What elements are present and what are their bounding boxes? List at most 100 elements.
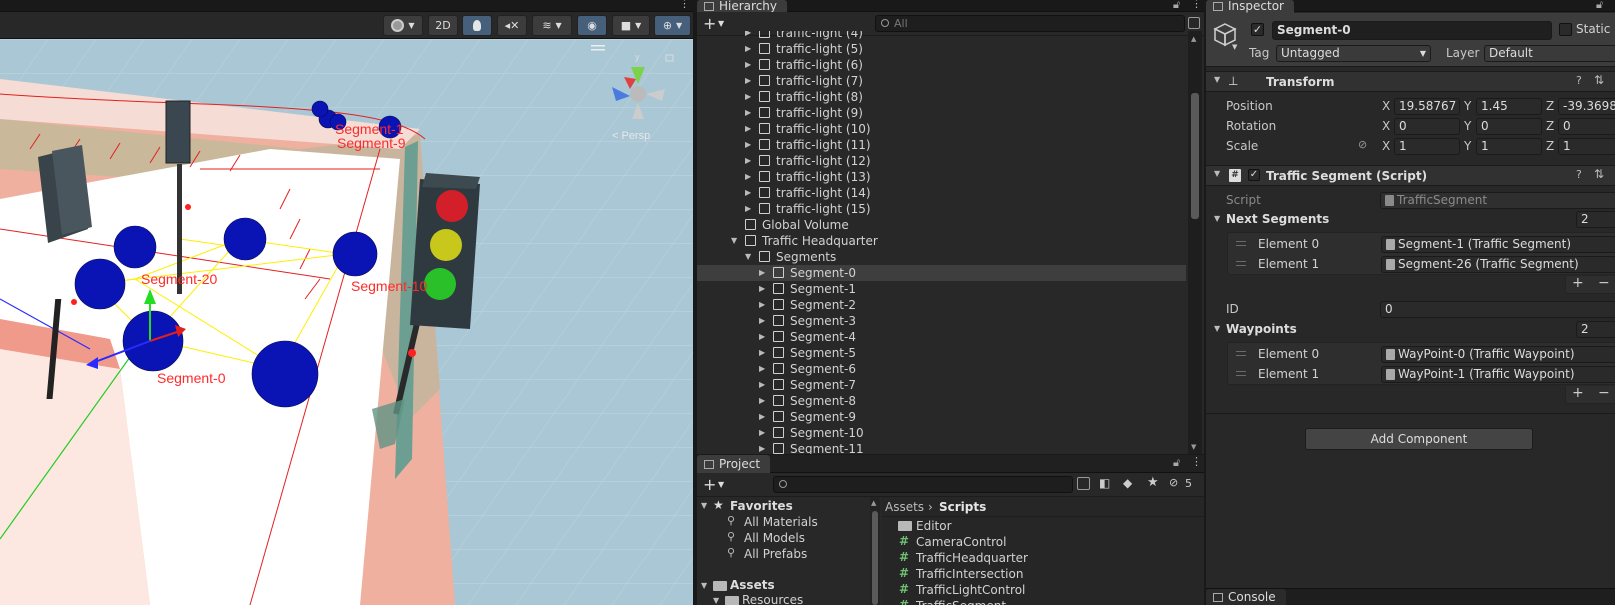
collapsed-arrow-icon[interactable]: ▶ <box>759 377 765 393</box>
object-reference-field[interactable]: WayPoint-0 (Traffic Waypoint) <box>1381 346 1615 363</box>
project-tree-scrollbar[interactable]: ▲ <box>870 497 880 605</box>
scene-search-icon[interactable] <box>1188 17 1200 29</box>
pos-y-input[interactable]: 1.45 <box>1476 98 1542 115</box>
fav-all-models[interactable]: All Models <box>744 531 805 545</box>
scroll-down-icon[interactable]: ▼ <box>1191 443 1196 451</box>
hierarchy-item[interactable]: ▶ Segment-2 <box>697 297 1186 313</box>
transform-header[interactable]: ▼ ⊥ Transform ? ⇅ <box>1206 71 1615 92</box>
collapsed-arrow-icon[interactable]: ▶ <box>745 41 751 57</box>
collapsed-arrow-icon[interactable]: ▶ <box>759 281 765 297</box>
audio-toggle-button[interactable]: ◂✕ <box>497 15 527 36</box>
add-element-icon[interactable]: + <box>1572 275 1584 291</box>
object-name-input[interactable]: Segment-0 <box>1272 21 1552 40</box>
collapsed-arrow-icon[interactable]: ▶ <box>745 185 751 201</box>
chevron-down-icon[interactable]: ▼ <box>718 480 724 489</box>
hierarchy-scrollbar[interactable]: ▲ ▼ <box>1188 31 1202 454</box>
hierarchy-item[interactable]: ▶ traffic-light (8) <box>697 89 1186 105</box>
file-item[interactable]: Editor <box>882 518 1204 534</box>
constrain-proportions-icon[interactable]: ⊘ <box>1358 138 1367 151</box>
scale-x-input[interactable]: 1 <box>1394 138 1460 155</box>
expanded-arrow-icon[interactable]: ▼ <box>731 233 737 249</box>
scale-z-input[interactable]: 1 <box>1558 138 1615 155</box>
hierarchy-item[interactable]: ▶ traffic-light (4) <box>697 31 1186 41</box>
waypoints-label[interactable]: Waypoints <box>1226 322 1297 336</box>
add-element-icon[interactable]: + <box>1572 385 1584 401</box>
axis-y-label[interactable]: Y <box>1464 99 1471 113</box>
drag-handle-icon[interactable] <box>1236 241 1246 246</box>
lighting-toggle-button[interactable] <box>462 15 492 36</box>
search-by-type-icon[interactable] <box>1077 477 1090 490</box>
hierarchy-item[interactable]: ▶ traffic-light (11) <box>697 137 1186 153</box>
axis-z-label[interactable]: Z <box>1546 139 1554 153</box>
chevron-down-icon[interactable]: ▼ <box>1232 43 1237 51</box>
perspective-label[interactable]: < Persp <box>612 130 650 142</box>
scroll-up-icon[interactable]: ▲ <box>1191 35 1196 43</box>
expand-arrow-icon[interactable]: ▼ <box>1214 214 1220 223</box>
collapsed-arrow-icon[interactable]: ▶ <box>759 265 765 281</box>
scene-viewport[interactable]: Segment-1 Segment-9 Segment-20 Segment-1… <box>0 39 693 605</box>
axis-x-label[interactable]: X <box>1382 99 1390 113</box>
hierarchy-item[interactable]: ▶ traffic-light (6) <box>697 57 1186 73</box>
active-checkbox[interactable]: ✓ <box>1251 23 1264 36</box>
collapsed-arrow-icon[interactable]: ▶ <box>745 137 751 153</box>
project-search-input[interactable] <box>773 476 1073 493</box>
remove-element-icon[interactable]: − <box>1598 385 1610 401</box>
file-item[interactable]: # CameraControl <box>882 534 1204 550</box>
drag-handle-icon[interactable] <box>1236 371 1246 376</box>
scene-view[interactable]: ⋮ ▼ 2D ◂✕ ≋ ▼ ◉ ■ ▼ ⊕ ▼ Segment-1 Segmen… <box>0 0 693 605</box>
fav-all-prefabs[interactable]: All Prefabs <box>744 547 807 561</box>
shading-mode-button[interactable]: ▼ <box>383 15 423 36</box>
hierarchy-item[interactable]: ▶ traffic-light (12) <box>697 153 1186 169</box>
filter-by-label-icon[interactable]: ◆ <box>1123 476 1132 490</box>
visibility-toggle-button[interactable]: ◉ <box>577 15 607 36</box>
collapsed-arrow-icon[interactable]: ▶ <box>745 105 751 121</box>
favorites-header[interactable]: Favorites <box>730 499 793 513</box>
pos-x-input[interactable]: 19.58767 <box>1394 98 1460 115</box>
camera-settings-button[interactable]: ■ ▼ <box>612 15 650 36</box>
axis-x-label[interactable]: X <box>1382 119 1390 133</box>
hierarchy-item[interactable]: ▶ traffic-light (13) <box>697 169 1186 185</box>
axis-y-label[interactable]: Y <box>1464 119 1471 133</box>
expand-arrow-icon[interactable]: ▼ <box>1214 324 1220 333</box>
collapsed-arrow-icon[interactable]: ▶ <box>745 169 751 185</box>
tag-dropdown[interactable]: Untagged ▼ <box>1276 45 1431 62</box>
hierarchy-item[interactable]: ▶ Segment-1 <box>697 281 1186 297</box>
collapsed-arrow-icon[interactable]: ▶ <box>745 153 751 169</box>
hierarchy-item[interactable]: ▶ Segment-6 <box>697 361 1186 377</box>
scene-more-icon[interactable]: ⋮ <box>679 0 690 10</box>
2d-toggle-button[interactable]: 2D <box>428 15 458 36</box>
collapsed-arrow-icon[interactable]: ▶ <box>745 31 751 41</box>
hierarchy-item[interactable]: Global Volume <box>697 217 1186 233</box>
hierarchy-item[interactable]: ▶ traffic-light (9) <box>697 105 1186 121</box>
expand-arrow-icon[interactable]: ▼ <box>701 501 707 510</box>
add-component-button[interactable]: Add Component <box>1305 428 1533 450</box>
component-enabled-checkbox[interactable]: ✓ <box>1248 169 1260 181</box>
axis-y-label[interactable]: Y <box>1464 139 1471 153</box>
object-reference-field[interactable]: Segment-1 (Traffic Segment) <box>1381 236 1615 253</box>
expand-arrow-icon[interactable]: ▼ <box>1214 75 1220 84</box>
hierarchy-item[interactable]: ▶ Segment-9 <box>697 409 1186 425</box>
lock-icon[interactable]: 🔓︎ <box>1173 456 1180 470</box>
layer-dropdown[interactable]: Default <box>1484 45 1615 62</box>
collapsed-arrow-icon[interactable]: ▶ <box>745 121 751 137</box>
filter-by-type-icon[interactable]: ◧ <box>1099 476 1110 490</box>
hierarchy-search-input[interactable]: All <box>875 15 1185 32</box>
expanded-arrow-icon[interactable]: ▼ <box>745 249 751 265</box>
collapsed-arrow-icon[interactable]: ▶ <box>745 201 751 217</box>
add-icon[interactable]: + <box>703 475 716 494</box>
help-icon[interactable]: ? <box>1576 74 1582 87</box>
lock-icon[interactable]: 🔓︎ <box>1596 0 1603 12</box>
collapsed-arrow-icon[interactable]: ▶ <box>759 409 765 425</box>
id-input[interactable]: 0 <box>1380 301 1615 318</box>
hidden-packages-icon[interactable]: ⊘ <box>1169 476 1178 489</box>
hierarchy-item[interactable]: ▶ Segment-3 <box>697 313 1186 329</box>
expand-arrow-icon[interactable]: ▼ <box>713 596 719 605</box>
favorite-star-icon[interactable]: ★ <box>1147 475 1159 490</box>
breadcrumb-assets[interactable]: Assets <box>885 500 924 514</box>
object-reference-field[interactable]: Segment-26 (Traffic Segment) <box>1381 256 1615 273</box>
tab-inspector[interactable]: Inspector <box>1206 0 1294 13</box>
collapsed-arrow-icon[interactable]: ▶ <box>759 345 765 361</box>
hierarchy-scroll-thumb[interactable] <box>1191 93 1199 219</box>
drag-handle-icon[interactable] <box>1236 351 1246 356</box>
pos-z-input[interactable]: -39.3698 <box>1558 98 1615 115</box>
